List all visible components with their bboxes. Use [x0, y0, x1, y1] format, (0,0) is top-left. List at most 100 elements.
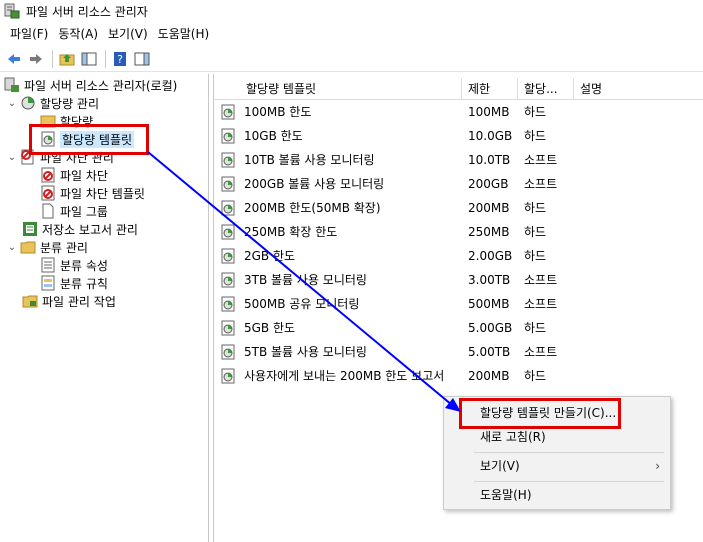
toolbar-separator — [105, 49, 106, 68]
table-row[interactable]: 사용자에게 보내는 200MB 한도 보고서 200MB 하드 — [214, 364, 703, 388]
action-pane-icon — [134, 52, 150, 65]
tree-item-file-screens[interactable]: 파일 차단 — [40, 166, 108, 184]
cell-limit: 10.0GB — [468, 129, 513, 143]
quota-template-icon — [220, 296, 236, 312]
cell-limit: 250MB — [468, 225, 510, 239]
tree-item-classification-properties[interactable]: 분류 속성 — [40, 256, 108, 274]
file-server-app-icon — [4, 3, 20, 19]
file-screen-icon — [40, 167, 56, 183]
storage-report-icon — [22, 221, 38, 237]
menu-action[interactable]: 동작(A) — [54, 25, 104, 42]
table-row[interactable]: 3TB 볼륨 사용 모니터링 3.00TB 소프트 — [214, 268, 703, 292]
tree-item-root[interactable]: 파일 서버 리소스 관리자(로컬) — [4, 76, 177, 94]
classification-folder-icon — [20, 239, 36, 255]
table-row[interactable]: 2GB 한도 2.00GB 하드 — [214, 244, 703, 268]
cell-template-name: 200MB 한도(50MB 확장) — [244, 201, 381, 215]
up-folder-button[interactable] — [57, 49, 77, 69]
svg-text:?: ? — [117, 53, 123, 66]
column-header-limit[interactable]: 제한 — [462, 78, 518, 100]
tree-item-classification-rules[interactable]: 분류 규칙 — [40, 274, 108, 292]
tree-item-label: 분류 규칙 — [60, 276, 108, 291]
cell-limit: 100MB — [468, 105, 510, 119]
menu-view[interactable]: 보기(V) — [104, 25, 154, 42]
show-hide-pane-button[interactable] — [79, 49, 99, 69]
tree-item-label: 분류 관리 — [40, 240, 88, 255]
chevron-down-icon[interactable]: ⌄ — [6, 152, 18, 163]
cell-quota-type: 하드 — [524, 249, 547, 263]
table-row[interactable]: 5GB 한도 5.00GB 하드 — [214, 316, 703, 340]
cell-quota-type: 하드 — [524, 201, 547, 215]
classification-property-icon — [40, 257, 56, 273]
help-button[interactable]: ? — [110, 49, 130, 69]
menu-item-create-quota-template[interactable]: 할당량 템플릿 만들기(C)... — [444, 401, 670, 425]
cell-template-name: 10TB 볼륨 사용 모니터링 — [244, 153, 375, 167]
context-menu: 할당량 템플릿 만들기(C)... 새로 고침(R) 보기(V) › 도움말(H… — [443, 396, 671, 510]
table-row[interactable]: 200MB 한도(50MB 확장) 200MB 하드 — [214, 196, 703, 220]
action-pane-button[interactable] — [132, 49, 152, 69]
tree-item-label: 파일 차단 — [60, 168, 108, 183]
list-header: 할당량 템플릿 제한 할당... 설명 — [214, 78, 703, 100]
tree-item-storage-reports[interactable]: 저장소 보고서 관리 — [22, 220, 138, 238]
menu-item-view[interactable]: 보기(V) › — [444, 454, 670, 478]
chevron-right-icon: › — [655, 459, 660, 473]
menu-item-refresh[interactable]: 새로 고침(R) — [444, 425, 670, 449]
cell-quota-type: 소프트 — [524, 153, 558, 167]
tree-item-label: 파일 차단 템플릿 — [60, 186, 145, 201]
column-header-template[interactable]: 할당량 템플릿 — [214, 78, 462, 100]
table-row[interactable]: 250MB 확장 한도 250MB 하드 — [214, 220, 703, 244]
chevron-down-icon[interactable]: ⌄ — [6, 242, 18, 253]
table-row[interactable]: 10GB 한도 10.0GB 하드 — [214, 124, 703, 148]
cell-quota-type: 소프트 — [524, 345, 558, 359]
table-row[interactable]: 500MB 공유 모니터링 500MB 소프트 — [214, 292, 703, 316]
cell-limit: 3.00TB — [468, 273, 511, 287]
cell-template-name: 10GB 한도 — [244, 129, 303, 143]
cell-limit: 5.00GB — [468, 321, 513, 335]
tree-item-quota-templates[interactable]: 할당량 템플릿 — [40, 130, 135, 148]
tree-item-file-screen-templates[interactable]: 파일 차단 템플릿 — [40, 184, 145, 202]
cell-template-name: 5TB 볼륨 사용 모니터링 — [244, 345, 367, 359]
cell-limit: 500MB — [468, 297, 510, 311]
menu-item-help[interactable]: 도움말(H) — [444, 483, 670, 507]
table-row[interactable]: 10TB 볼륨 사용 모니터링 10.0TB 소프트 — [214, 148, 703, 172]
menu-file[interactable]: 파일(F) — [6, 25, 54, 42]
tree-item-label: 파일 그룹 — [60, 204, 108, 219]
back-icon — [8, 53, 20, 64]
cell-limit: 5.00TB — [468, 345, 511, 359]
forward-button[interactable] — [26, 49, 46, 69]
tree-item-label: 파일 관리 작업 — [42, 294, 116, 309]
table-row[interactable]: 100MB 한도 100MB 하드 — [214, 100, 703, 124]
tree-item-label: 분류 속성 — [60, 258, 108, 273]
table-row[interactable]: 200GB 볼륨 사용 모니터링 200GB 소프트 — [214, 172, 703, 196]
cell-limit: 2.00GB — [468, 249, 513, 263]
tree-item-quota-management[interactable]: ⌄ 할당량 관리 — [6, 94, 99, 112]
classification-rule-icon — [40, 275, 56, 291]
cell-limit: 200GB — [468, 177, 509, 191]
quota-management-icon — [20, 95, 36, 111]
file-management-task-icon — [22, 293, 38, 309]
menu-item-view-label: 보기(V) — [480, 459, 520, 473]
chevron-down-icon[interactable]: ⌄ — [6, 98, 18, 109]
cell-template-name: 500MB 공유 모니터링 — [244, 297, 360, 311]
cell-limit: 200MB — [468, 369, 510, 383]
navigation-tree: 파일 서버 리소스 관리자(로컬) ⌄ 할당량 관리 할당량 할당량 템플릿 ⌄… — [0, 74, 209, 542]
cell-quota-type: 하드 — [524, 321, 547, 335]
column-header-quota-type[interactable]: 할당... — [518, 78, 574, 100]
cell-quota-type: 하드 — [524, 369, 547, 383]
tree-item-classification-management[interactable]: ⌄ 분류 관리 — [6, 238, 88, 256]
file-screen-template-icon — [40, 185, 56, 201]
back-button[interactable] — [4, 49, 24, 69]
tree-item-file-groups[interactable]: 파일 그룹 — [40, 202, 108, 220]
quota-icon — [40, 113, 56, 129]
cell-template-name: 250MB 확장 한도 — [244, 225, 338, 239]
cell-limit: 200MB — [468, 201, 510, 215]
quota-template-icon — [220, 344, 236, 360]
menu-help[interactable]: 도움말(H) — [154, 25, 216, 42]
tree-item-file-screening-management[interactable]: ⌄ 파일 차단 관리 — [6, 148, 114, 166]
cell-template-name: 3TB 볼륨 사용 모니터링 — [244, 273, 367, 287]
tree-item-file-management-tasks[interactable]: 파일 관리 작업 — [22, 292, 116, 310]
file-server-icon — [4, 77, 20, 93]
tree-item-quotas[interactable]: 할당량 — [40, 112, 93, 130]
table-row[interactable]: 5TB 볼륨 사용 모니터링 5.00TB 소프트 — [214, 340, 703, 364]
help-icon: ? — [114, 51, 126, 66]
column-header-description[interactable]: 설명 — [574, 78, 703, 100]
